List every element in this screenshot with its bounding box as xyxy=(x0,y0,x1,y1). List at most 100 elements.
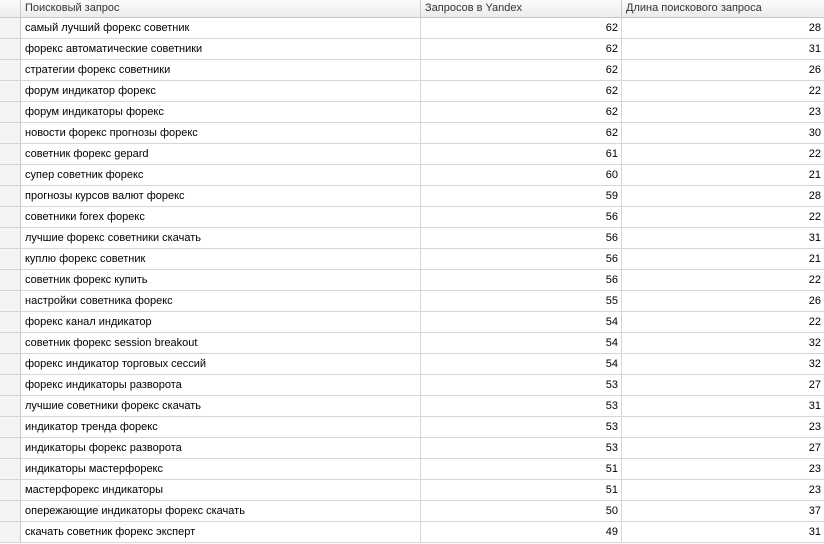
table-row[interactable]: опережающие индикаторы форекс скачать 50 3… xyxy=(0,501,824,522)
cell-yandex[interactable]: 62 xyxy=(421,18,622,39)
row-selector[interactable] xyxy=(0,249,21,270)
cell-yandex[interactable]: 59 xyxy=(421,186,622,207)
table-row[interactable]: стратегии форекс советники 62 26 xyxy=(0,60,824,81)
cell-length[interactable]: 21 xyxy=(622,165,824,186)
table-row[interactable]: советники forex форекс 56 22 xyxy=(0,207,824,228)
column-header-yandex[interactable]: Запросов в Yandex xyxy=(421,0,622,18)
row-selector[interactable] xyxy=(0,207,21,228)
cell-yandex[interactable]: 50 xyxy=(421,501,622,522)
table-row[interactable]: куплю форекс советник 56 21 xyxy=(0,249,824,270)
cell-length[interactable]: 31 xyxy=(622,39,824,60)
cell-yandex[interactable]: 49 xyxy=(421,522,622,543)
cell-query[interactable]: индикаторы мастерфорекс xyxy=(21,459,421,480)
cell-query[interactable]: форум индикаторы форекс xyxy=(21,102,421,123)
cell-yandex[interactable]: 56 xyxy=(421,228,622,249)
table-row[interactable]: форекс автоматические советники 62 31 xyxy=(0,39,824,60)
row-selector[interactable] xyxy=(0,144,21,165)
table-row[interactable]: настройки советника форекс 55 26 xyxy=(0,291,824,312)
row-selector[interactable] xyxy=(0,228,21,249)
cell-query[interactable]: стратегии форекс советники xyxy=(21,60,421,81)
cell-length[interactable]: 32 xyxy=(622,333,824,354)
row-selector[interactable] xyxy=(0,417,21,438)
row-selector[interactable] xyxy=(0,270,21,291)
table-row[interactable]: мастерфорекс индикаторы 51 23 xyxy=(0,480,824,501)
row-selector[interactable] xyxy=(0,291,21,312)
cell-yandex[interactable]: 56 xyxy=(421,270,622,291)
cell-length[interactable]: 22 xyxy=(622,270,824,291)
cell-query[interactable]: советник форекс session breakout xyxy=(21,333,421,354)
cell-query[interactable]: советник форекс купить xyxy=(21,270,421,291)
cell-query[interactable]: супер советник форекс xyxy=(21,165,421,186)
row-selector[interactable] xyxy=(0,522,21,543)
table-row[interactable]: советник форекс session breakout 54 32 xyxy=(0,333,824,354)
row-selector[interactable] xyxy=(0,186,21,207)
table-row[interactable]: форум индикаторы форекс 62 23 xyxy=(0,102,824,123)
cell-length[interactable]: 23 xyxy=(622,102,824,123)
table-row[interactable]: советник форекс купить 56 22 xyxy=(0,270,824,291)
cell-query[interactable]: форекс индикаторы разворота xyxy=(21,375,421,396)
cell-length[interactable]: 23 xyxy=(622,459,824,480)
cell-query[interactable]: форекс канал индикатор xyxy=(21,312,421,333)
table-row[interactable]: самый лучший форекс советник 62 28 xyxy=(0,18,824,39)
cell-yandex[interactable]: 56 xyxy=(421,249,622,270)
table-row[interactable]: новости форекс прогнозы форекс 62 30 xyxy=(0,123,824,144)
cell-query[interactable]: лучшие советники форекс скачать xyxy=(21,396,421,417)
row-selector[interactable] xyxy=(0,39,21,60)
cell-query[interactable]: индикатор тренда форекс xyxy=(21,417,421,438)
table-row[interactable]: форекс индикаторы разворота 53 27 xyxy=(0,375,824,396)
cell-yandex[interactable]: 62 xyxy=(421,81,622,102)
cell-length[interactable]: 22 xyxy=(622,312,824,333)
table-row[interactable]: форум индикатор форекс 62 22 xyxy=(0,81,824,102)
table-row[interactable]: прогнозы курсов валют форекс 59 28 xyxy=(0,186,824,207)
cell-length[interactable]: 31 xyxy=(622,522,824,543)
cell-length[interactable]: 32 xyxy=(622,354,824,375)
table-row[interactable]: индикаторы мастерфорекс 51 23 xyxy=(0,459,824,480)
cell-query[interactable]: скачать советник форекс эксперт xyxy=(21,522,421,543)
table-row[interactable]: лучшие форекс советники скачать 56 31 xyxy=(0,228,824,249)
column-header-query[interactable]: Поисковый запрос xyxy=(21,0,421,18)
row-selector[interactable] xyxy=(0,396,21,417)
cell-yandex[interactable]: 61 xyxy=(421,144,622,165)
cell-length[interactable]: 37 xyxy=(622,501,824,522)
cell-yandex[interactable]: 53 xyxy=(421,438,622,459)
column-header-length[interactable]: Длина поискового запроса xyxy=(622,0,824,18)
cell-length[interactable]: 28 xyxy=(622,186,824,207)
cell-length[interactable]: 28 xyxy=(622,18,824,39)
row-selector[interactable] xyxy=(0,60,21,81)
row-selector[interactable] xyxy=(0,375,21,396)
cell-yandex[interactable]: 53 xyxy=(421,396,622,417)
cell-length[interactable]: 31 xyxy=(622,396,824,417)
table-row[interactable]: советник форекс gepard 61 22 xyxy=(0,144,824,165)
table-row[interactable]: скачать советник форекс эксперт 49 31 xyxy=(0,522,824,543)
table-row[interactable]: лучшие советники форекс скачать 53 31 xyxy=(0,396,824,417)
cell-yandex[interactable]: 62 xyxy=(421,60,622,81)
cell-yandex[interactable]: 53 xyxy=(421,375,622,396)
cell-length[interactable]: 26 xyxy=(622,291,824,312)
table-row[interactable]: форекс канал индикатор 54 22 xyxy=(0,312,824,333)
cell-length[interactable]: 21 xyxy=(622,249,824,270)
cell-query[interactable]: советник форекс gepard xyxy=(21,144,421,165)
row-selector[interactable] xyxy=(0,480,21,501)
row-selector[interactable] xyxy=(0,438,21,459)
table-row[interactable]: индикатор тренда форекс 53 23 xyxy=(0,417,824,438)
cell-yandex[interactable]: 54 xyxy=(421,354,622,375)
row-selector-header[interactable] xyxy=(0,0,21,18)
cell-length[interactable]: 22 xyxy=(622,144,824,165)
cell-query[interactable]: опережающие индикаторы форекс скачать xyxy=(21,501,421,522)
cell-query[interactable]: форекс индикатор торговых сессий xyxy=(21,354,421,375)
table-row[interactable]: индикаторы форекс разворота 53 27 xyxy=(0,438,824,459)
cell-query[interactable]: форекс автоматические советники xyxy=(21,39,421,60)
cell-length[interactable]: 30 xyxy=(622,123,824,144)
row-selector[interactable] xyxy=(0,81,21,102)
cell-length[interactable]: 27 xyxy=(622,438,824,459)
row-selector[interactable] xyxy=(0,501,21,522)
row-selector[interactable] xyxy=(0,102,21,123)
cell-length[interactable]: 23 xyxy=(622,480,824,501)
cell-yandex[interactable]: 62 xyxy=(421,39,622,60)
cell-query[interactable]: лучшие форекс советники скачать xyxy=(21,228,421,249)
cell-query[interactable]: прогнозы курсов валют форекс xyxy=(21,186,421,207)
cell-yandex[interactable]: 56 xyxy=(421,207,622,228)
cell-yandex[interactable]: 62 xyxy=(421,123,622,144)
table-row[interactable]: форекс индикатор торговых сессий 54 32 xyxy=(0,354,824,375)
cell-query[interactable]: новости форекс прогнозы форекс xyxy=(21,123,421,144)
